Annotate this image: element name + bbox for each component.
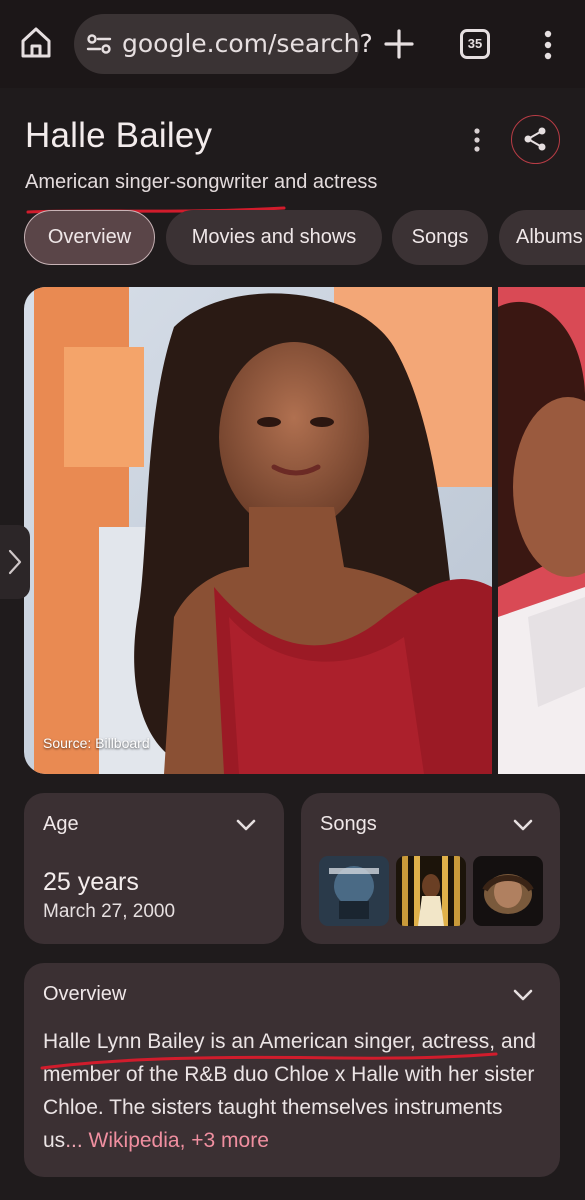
page-title: Halle Bailey bbox=[25, 116, 213, 155]
overview-ellipsis: ... bbox=[65, 1129, 83, 1152]
overview-card-title: Overview bbox=[43, 983, 127, 1005]
overflow-menu-icon[interactable] bbox=[536, 27, 560, 63]
chevron-down-icon[interactable] bbox=[235, 818, 257, 832]
chip-label: Songs bbox=[411, 226, 469, 248]
plus-icon[interactable] bbox=[381, 26, 417, 62]
chevron-down-icon[interactable] bbox=[512, 988, 534, 1002]
url-text[interactable]: google.com/search? bbox=[122, 29, 373, 58]
song-thumbnail-1[interactable] bbox=[319, 856, 389, 926]
share-icon bbox=[524, 127, 546, 151]
songs-card[interactable]: Songs bbox=[301, 793, 560, 944]
tab-chips: Overview Movies and shows Songs Albums bbox=[24, 210, 585, 266]
age-card-title: Age bbox=[43, 813, 79, 835]
red-annotation-underline-2 bbox=[40, 1052, 498, 1070]
wikipedia-link[interactable]: Wikipedia, bbox=[89, 1129, 186, 1152]
songs-card-title: Songs bbox=[320, 813, 377, 835]
main-photo[interactable] bbox=[24, 287, 492, 774]
song-thumbnail-3[interactable] bbox=[473, 856, 543, 926]
chevron-down-icon[interactable] bbox=[512, 818, 534, 832]
subtitle: American singer-songwriter and actress bbox=[25, 171, 378, 193]
tabs-icon[interactable]: 35 bbox=[460, 29, 490, 59]
site-settings-icon[interactable] bbox=[86, 32, 112, 56]
share-button[interactable] bbox=[511, 115, 560, 164]
chip-label: Albums bbox=[516, 226, 583, 248]
second-photo[interactable] bbox=[498, 287, 585, 774]
home-icon[interactable] bbox=[18, 24, 54, 60]
browser-toolbar: google.com/search? 35 bbox=[0, 0, 585, 88]
more-options-icon[interactable] bbox=[466, 124, 488, 156]
tab-count: 35 bbox=[467, 36, 483, 51]
song-thumbnail-2[interactable] bbox=[396, 856, 466, 926]
more-sources-link[interactable]: +3 more bbox=[191, 1129, 269, 1152]
tab-overview[interactable]: Overview bbox=[24, 210, 155, 265]
address-bar[interactable]: google.com/search? bbox=[74, 14, 373, 74]
birth-date: March 27, 2000 bbox=[43, 901, 176, 922]
overview-description: Halle Lynn Bailey is an American singer,… bbox=[43, 1025, 543, 1157]
chip-label: Overview bbox=[47, 226, 132, 248]
tab-songs[interactable]: Songs bbox=[392, 210, 488, 265]
tab-albums[interactable]: Albums bbox=[499, 210, 585, 265]
chip-label: Movies and shows bbox=[191, 226, 357, 248]
tab-movies-and-shows[interactable]: Movies and shows bbox=[166, 210, 382, 265]
age-value: 25 years bbox=[43, 868, 139, 896]
age-card[interactable]: Age 25 years March 27, 2000 bbox=[24, 793, 284, 944]
image-source-label: Source: Billboard bbox=[43, 735, 150, 751]
side-panel-handle[interactable] bbox=[0, 525, 30, 599]
chevron-right-icon bbox=[8, 549, 22, 575]
